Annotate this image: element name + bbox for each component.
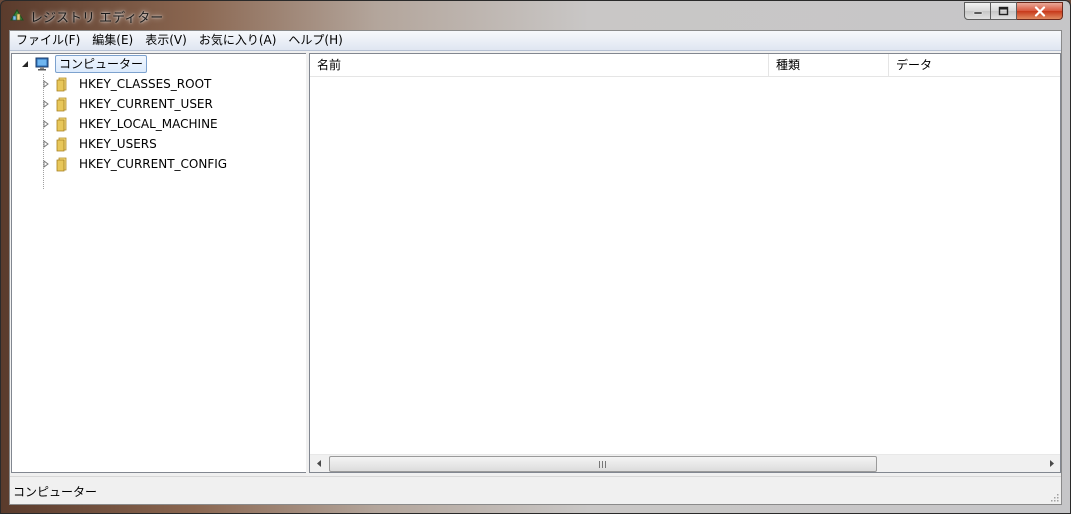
tree-node-hkey-current-user[interactable]: HKEY_CURRENT_USER (41, 94, 216, 114)
registry-editor-icon (10, 9, 24, 21)
tree-node-hkey-local-machine[interactable]: HKEY_LOCAL_MACHINE (41, 114, 221, 134)
tree-node-label: HKEY_CURRENT_USER (79, 97, 213, 111)
tree-node-hkey-classes-root[interactable]: HKEY_CLASSES_ROOT (41, 74, 214, 94)
collapsed-arrow-icon[interactable] (41, 99, 51, 109)
folder-icon (56, 77, 67, 92)
tree-node-label: HKEY_USERS (79, 137, 157, 151)
maximize-button[interactable] (991, 2, 1017, 20)
menu-file[interactable]: ファイル(F) (10, 31, 86, 50)
grip-lines-icon (599, 460, 606, 468)
status-text: コンピューター (13, 485, 98, 499)
folder-icon (56, 157, 67, 172)
column-header-data[interactable]: データ (889, 54, 1060, 76)
scrollbar-thumb[interactable] (329, 456, 877, 472)
menu-view[interactable]: 表示(V) (139, 31, 193, 50)
tree-node-label: HKEY_LOCAL_MACHINE (79, 117, 218, 131)
folder-icon (56, 97, 67, 112)
menu-help[interactable]: ヘルプ(H) (282, 31, 348, 50)
menu-bar: ファイル(F) 編集(E) 表示(V) お気に入り(A) ヘルプ(H) (10, 31, 1061, 51)
tree-view[interactable]: コンピューター HKEY_CLASSES_ROOT HKEY_CURRENT_U… (11, 53, 307, 473)
title-bar[interactable]: レジストリ エディター (1, 1, 1070, 30)
list-header: 名前 種類 データ (310, 54, 1060, 77)
column-header-name[interactable]: 名前 (310, 54, 769, 76)
scroll-right-arrow-icon (1049, 460, 1054, 467)
close-button[interactable] (1017, 2, 1063, 20)
scroll-right-button[interactable] (1043, 455, 1060, 472)
minimize-button[interactable] (964, 2, 991, 20)
values-list-view[interactable]: 名前 種類 データ (309, 53, 1061, 473)
collapsed-arrow-icon[interactable] (41, 139, 51, 149)
scroll-left-button[interactable] (310, 455, 327, 472)
client-area: ファイル(F) 編集(E) 表示(V) お気に入り(A) ヘルプ(H) コンピュ… (9, 30, 1062, 505)
horizontal-scrollbar[interactable] (310, 454, 1060, 472)
tree-node-hkey-current-config[interactable]: HKEY_CURRENT_CONFIG (41, 154, 230, 174)
tree-node-label: HKEY_CLASSES_ROOT (79, 77, 212, 91)
close-icon (1034, 5, 1045, 17)
column-header-type[interactable]: 種類 (769, 54, 889, 76)
window-title: レジストリ エディター (30, 11, 164, 26)
collapsed-arrow-icon[interactable] (41, 79, 51, 89)
folder-icon (56, 137, 67, 152)
tree-node-label: コンピューター (55, 55, 148, 73)
expanded-arrow-icon[interactable] (20, 59, 30, 69)
computer-icon (35, 57, 49, 71)
scroll-left-arrow-icon (316, 460, 321, 467)
status-bar: コンピューター (10, 476, 1061, 504)
registry-editor-window: レジストリ エディター ファイル(F) 編集(E) 表示(V) お気に入り(A)… (0, 0, 1071, 514)
collapsed-arrow-icon[interactable] (41, 159, 51, 169)
collapsed-arrow-icon[interactable] (41, 119, 51, 129)
menu-edit[interactable]: 編集(E) (86, 31, 139, 50)
folder-icon (56, 117, 67, 132)
menu-favorites[interactable]: お気に入り(A) (193, 31, 283, 50)
minimize-icon (973, 11, 982, 15)
maximize-icon (998, 6, 1009, 16)
caption-buttons (964, 2, 1063, 21)
tree-node-computer[interactable]: コンピューター (20, 54, 148, 74)
tree-node-hkey-users[interactable]: HKEY_USERS (41, 134, 160, 154)
tree-node-label: HKEY_CURRENT_CONFIG (79, 157, 228, 171)
resize-grip-icon[interactable] (1049, 492, 1059, 502)
